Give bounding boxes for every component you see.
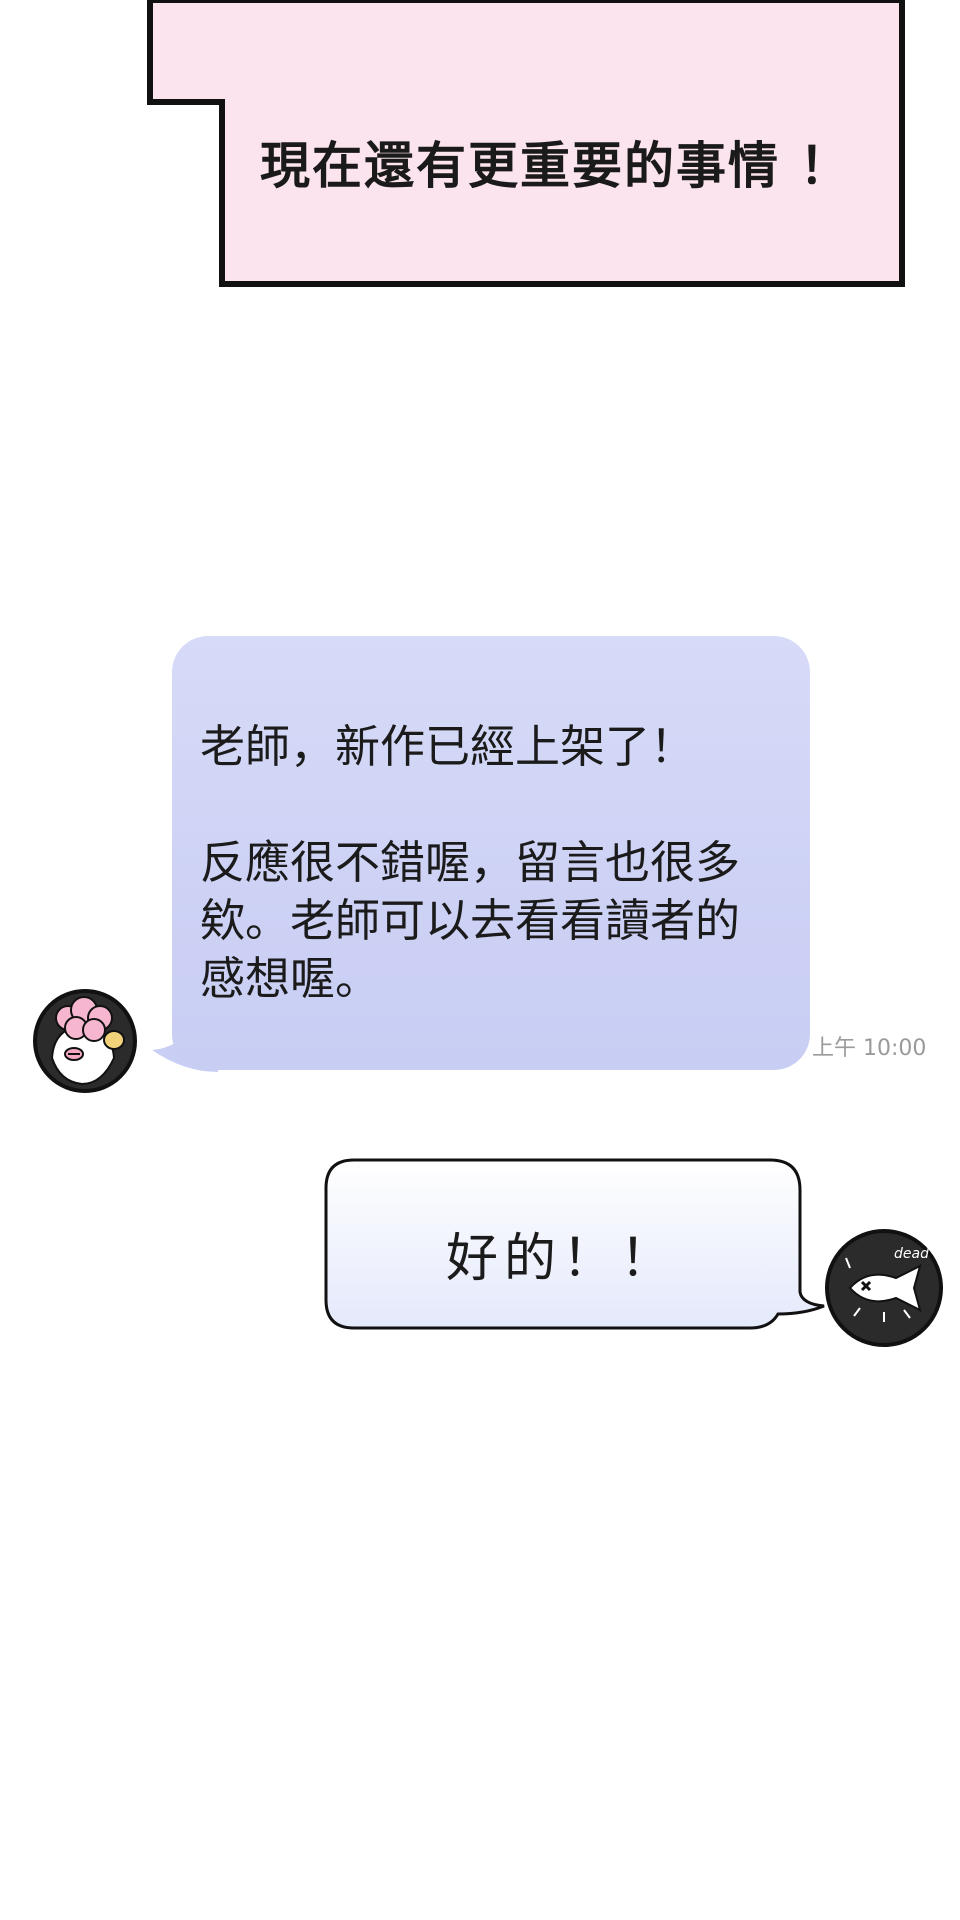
incoming-message-line: 老師，新作已經上架了！ — [200, 720, 696, 773]
outgoing-message-text: 好的！！ — [445, 1229, 678, 1289]
dead-fish-avatar-icon[interactable]: dead — [824, 1228, 944, 1348]
avatar-label: dead — [894, 1246, 929, 1262]
narration-text: 現在還有更重要的事情 ！ — [260, 136, 852, 195]
incoming-message-line: 感想喔。 — [200, 952, 381, 1005]
incoming-message-text: 老師，新作已經上架了！ 反應很不錯喔，留言也很多 欸。老師可以去看看讀者的 感想… — [200, 718, 800, 1008]
incoming-message-line: 反應很不錯喔，留言也很多 — [200, 836, 741, 889]
message-timestamp: 上午 10:00 — [812, 1036, 927, 1061]
sheep-avatar-icon[interactable] — [32, 988, 138, 1094]
incoming-message-line: 欸。老師可以去看看讀者的 — [200, 894, 741, 947]
